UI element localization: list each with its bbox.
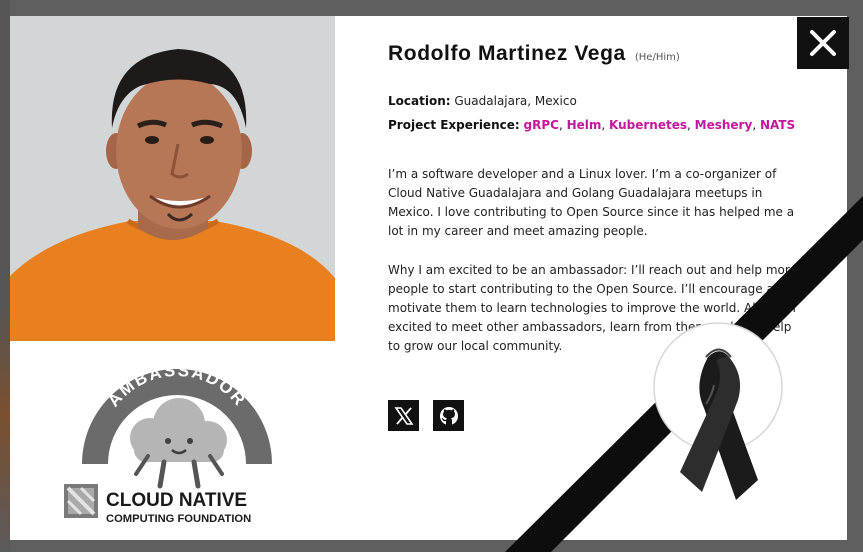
badge-org-line1: CLOUD NATIVE	[106, 490, 247, 511]
location-value: Guadalajara, Mexico	[454, 94, 577, 108]
project-link-meshery[interactable]: Meshery	[695, 118, 753, 132]
close-icon	[810, 30, 836, 56]
profile-name: Rodolfo Martinez Vega	[388, 42, 626, 65]
x-twitter-icon	[393, 406, 414, 425]
cncf-logo-icon	[64, 484, 98, 518]
github-icon	[439, 406, 458, 424]
cloud-mascot-icon	[130, 398, 227, 489]
close-button[interactable]	[797, 17, 849, 69]
ambassador-modal: AMBASSADOR CLOUD NATIVE COMPUTING FOUNDA…	[10, 16, 847, 540]
project-link-nats[interactable]: NATS	[760, 118, 795, 132]
profile-header: Rodolfo Martinez Vega (He/Him)	[388, 42, 680, 66]
bio-paragraph-1: I’m a software developer and a Linux lov…	[388, 167, 795, 238]
badge-org-line2: COMPUTING FOUNDATION	[106, 513, 251, 525]
project-link-kubernetes[interactable]: Kubernetes	[609, 118, 687, 132]
project-link-grpc[interactable]: gRPC	[524, 118, 559, 132]
projects-label: Project Experience:	[388, 118, 520, 132]
page-backdrop	[0, 0, 10, 552]
bio-paragraph-2: Why I am excited to be an ambassador: I’…	[388, 263, 797, 353]
location-label: Location:	[388, 94, 451, 108]
profile-photo	[10, 16, 335, 341]
projects-line: Project Experience: gRPC, Helm, Kubernet…	[388, 118, 796, 132]
ambassador-badge: AMBASSADOR CLOUD NATIVE COMPUTING FOUNDA…	[62, 356, 292, 526]
x-twitter-link[interactable]	[388, 400, 419, 431]
project-link-helm[interactable]: Helm	[567, 118, 602, 132]
profile-pronouns: (He/Him)	[634, 52, 680, 63]
github-link[interactable]	[433, 400, 464, 431]
location-line: Location: Guadalajara, Mexico	[388, 94, 577, 108]
